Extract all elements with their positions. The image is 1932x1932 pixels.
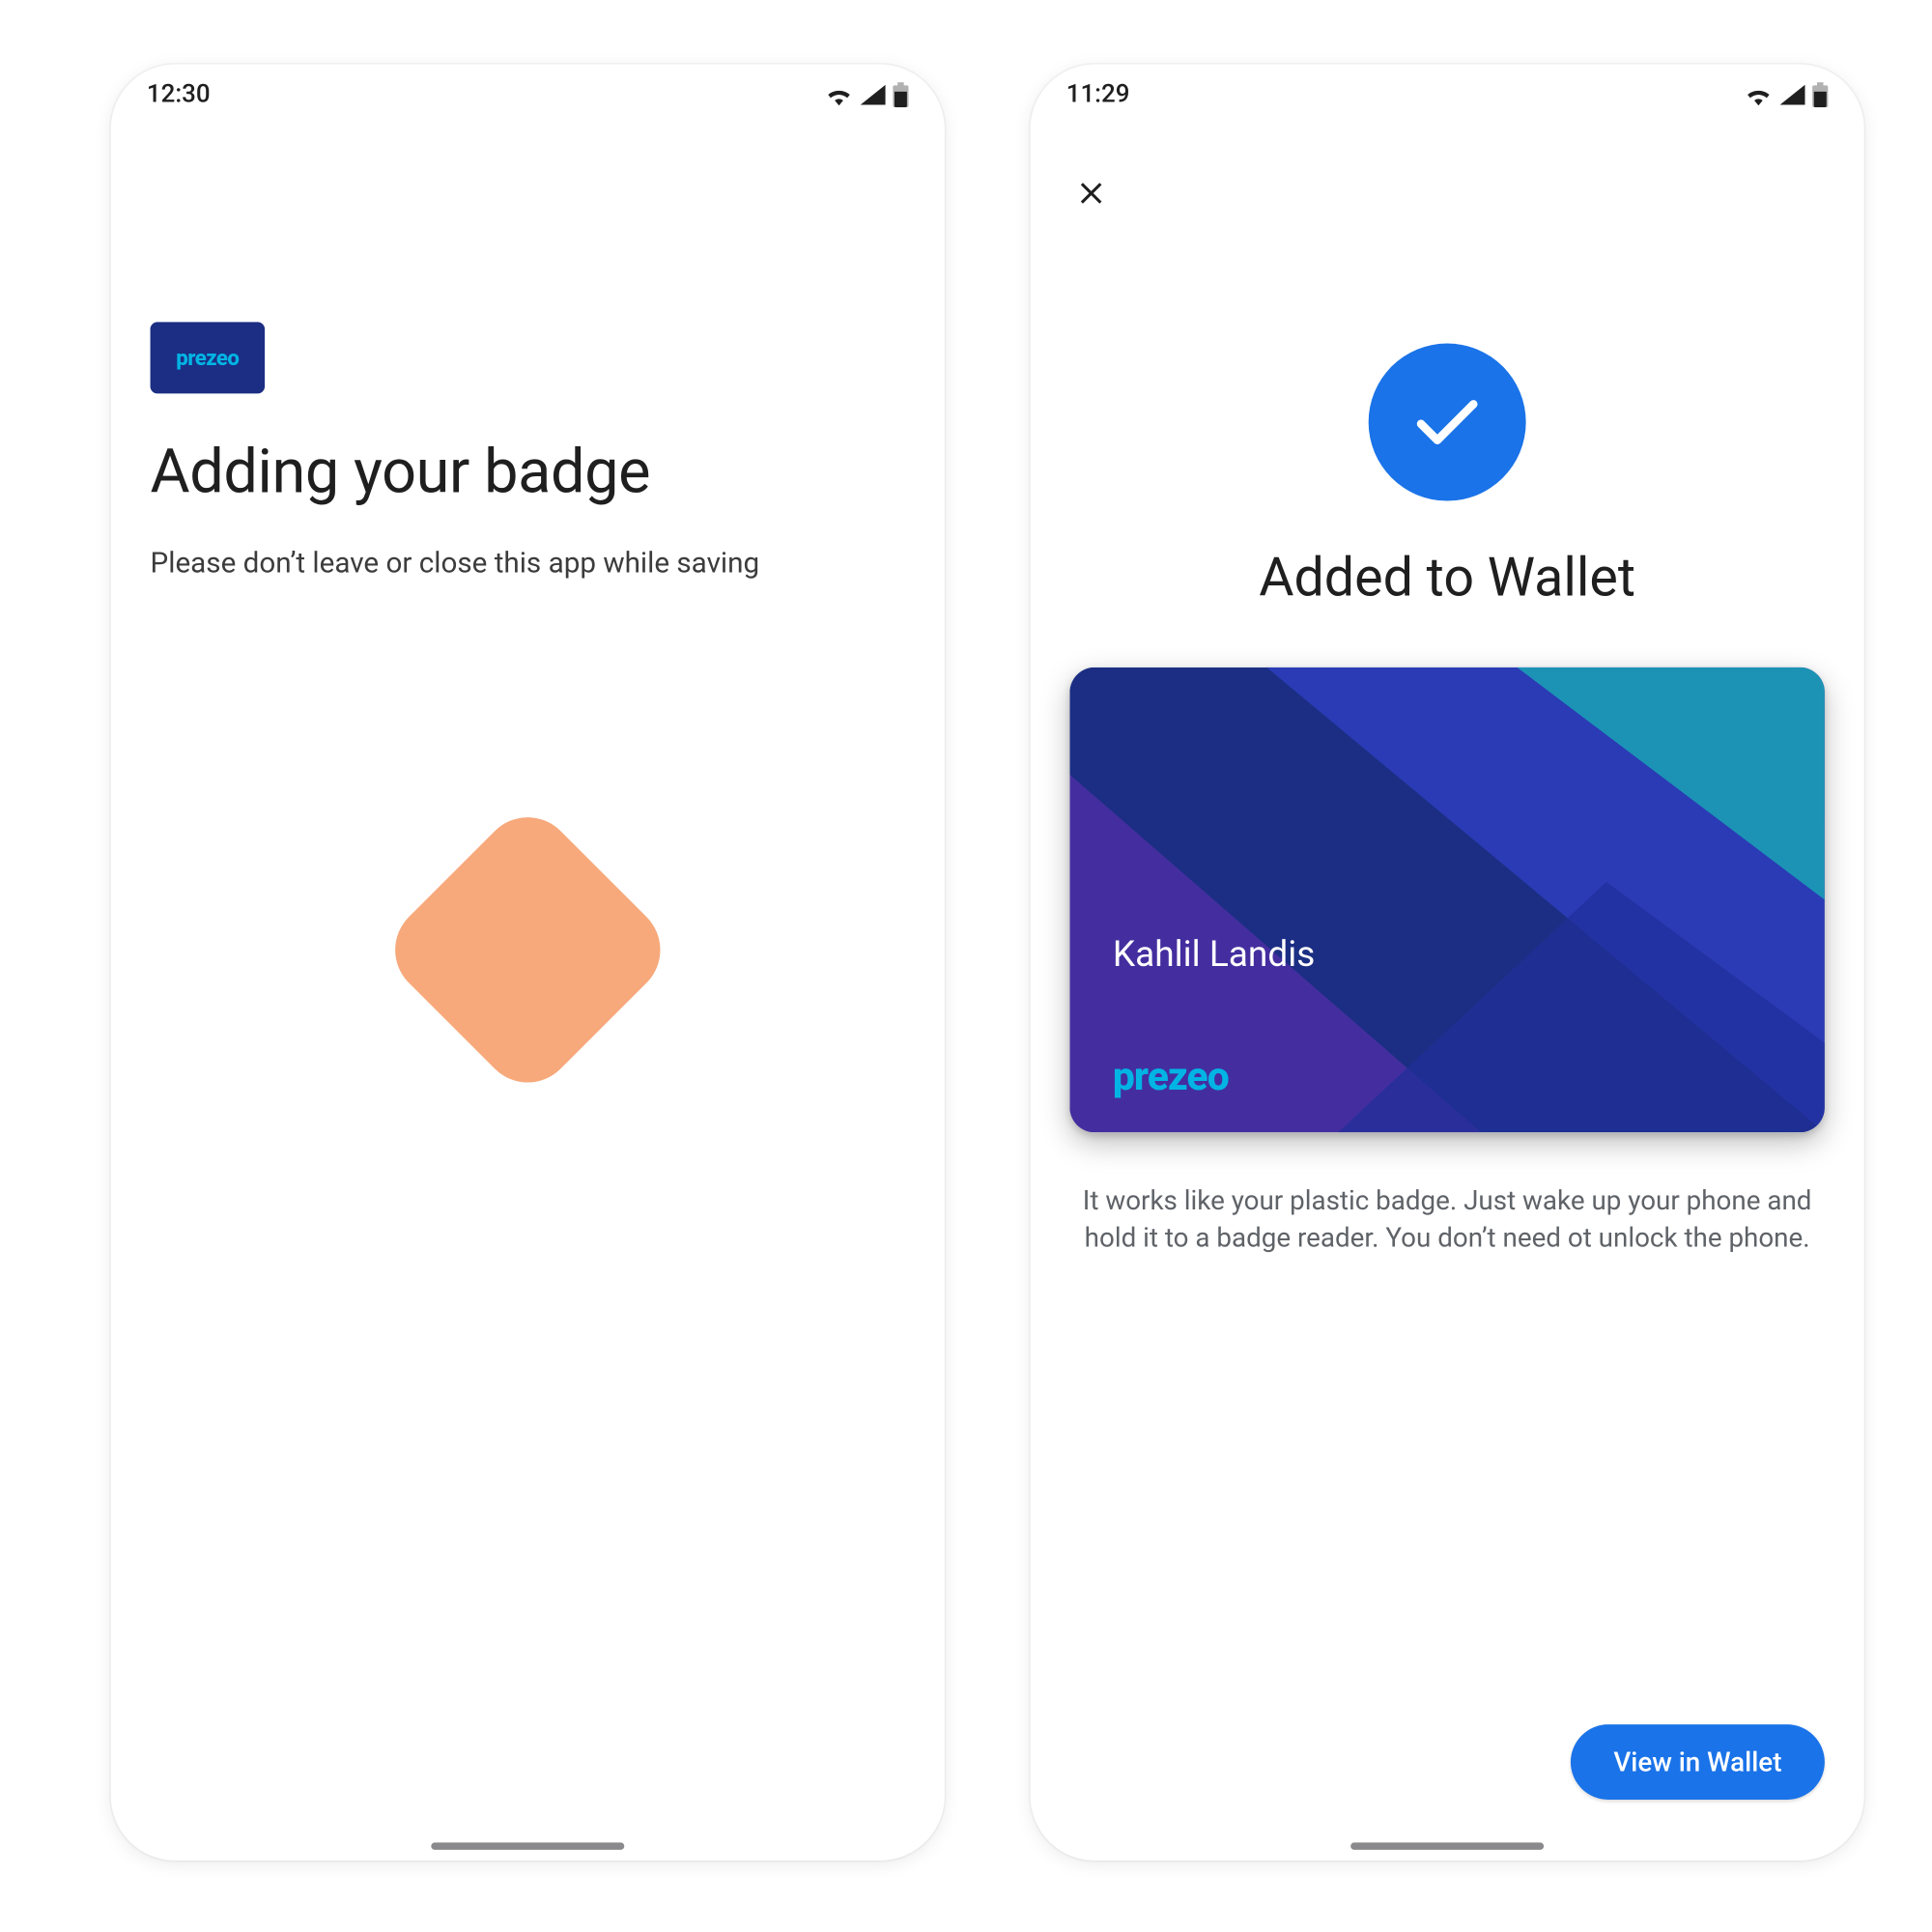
view-in-wallet-button[interactable]: View in Wallet	[1571, 1724, 1825, 1800]
status-time: 12:30	[147, 80, 211, 109]
battery-icon	[1812, 82, 1829, 107]
cellular-icon	[861, 84, 886, 105]
cellular-icon	[1780, 84, 1805, 105]
close-button[interactable]	[1056, 157, 1127, 229]
card-holder-name: Kahlil Landis	[1113, 932, 1316, 975]
status-bar: 11:29	[1031, 65, 1864, 126]
nav-handle[interactable]	[431, 1842, 624, 1849]
status-bar: 12:30	[111, 65, 945, 126]
page-title: Adding your badge	[151, 437, 905, 508]
brand-badge: prezeo	[151, 322, 266, 393]
app-bar	[1031, 143, 1864, 243]
close-icon	[1073, 175, 1109, 211]
wifi-icon	[1745, 84, 1774, 105]
check-icon	[1407, 383, 1486, 461]
page-subtitle: Please don’t leave or close this app whi…	[151, 544, 905, 583]
status-time: 11:29	[1066, 80, 1130, 109]
status-icons	[825, 82, 909, 107]
phone-adding-badge: 12:30 prezeo Adding your badge Please do…	[111, 65, 945, 1861]
battery-icon	[893, 82, 909, 107]
card-brand-label: prezeo	[1113, 1056, 1229, 1100]
loading-spinner	[376, 798, 679, 1101]
page-description: It works like your plastic badge. Just w…	[1081, 1182, 1814, 1258]
wifi-icon	[825, 84, 854, 105]
nav-handle[interactable]	[1350, 1842, 1544, 1849]
phone-added-to-wallet: 11:29 Added to Wallet	[1031, 65, 1864, 1861]
status-icons	[1745, 82, 1829, 107]
brand-badge-label: prezeo	[176, 345, 239, 370]
wallet-card[interactable]: Kahlil Landis prezeo	[1069, 668, 1824, 1132]
success-check-circle	[1369, 344, 1526, 501]
page-title: Added to Wallet	[1031, 548, 1864, 611]
